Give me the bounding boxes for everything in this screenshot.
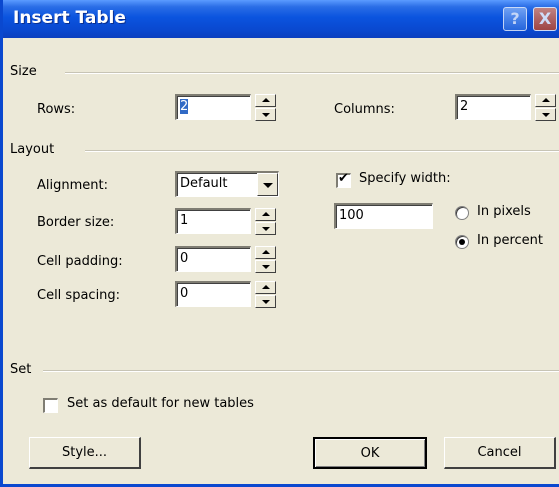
specify-width-checkbox[interactable] [336, 171, 351, 188]
rows-value: 2 [180, 99, 189, 114]
in-pixels-radio[interactable] [455, 206, 469, 220]
spacing-up-arrow-icon[interactable] [255, 281, 276, 294]
in-percent-radio[interactable] [455, 235, 469, 249]
alignment-label: Alignment: [37, 178, 108, 193]
set-legend: Set [10, 362, 32, 377]
in-pixels-label: In pixels [477, 204, 531, 219]
alignment-select[interactable]: Default [175, 171, 279, 197]
alignment-value: Default [180, 176, 228, 191]
cell-padding-value: 0 [180, 251, 189, 266]
columns-label: Columns: [334, 102, 395, 117]
cell-spacing-spinner[interactable] [255, 281, 276, 308]
rows-spinner[interactable] [255, 94, 276, 121]
insert-table-dialog: Insert Table ? X Size Rows: 2 Columns: 2… [0, 0, 559, 487]
padding-down-arrow-icon[interactable] [255, 260, 276, 273]
width-input[interactable]: 100 [334, 203, 433, 229]
columns-value: 2 [460, 99, 469, 114]
dialog-title: Insert Table [13, 8, 126, 28]
chevron-down-icon[interactable] [257, 173, 278, 196]
columns-down-arrow-icon[interactable] [535, 108, 556, 121]
layout-legend: Layout [10, 142, 55, 157]
columns-spinner[interactable] [535, 94, 556, 121]
width-value: 100 [339, 208, 364, 223]
specify-width-label: Specify width: [359, 171, 451, 186]
in-percent-label: In percent [477, 233, 543, 248]
spacing-down-arrow-icon[interactable] [255, 295, 276, 308]
cell-spacing-value: 0 [180, 286, 189, 301]
cell-spacing-input[interactable]: 0 [175, 281, 251, 307]
padding-up-arrow-icon[interactable] [255, 246, 276, 259]
cell-spacing-label: Cell spacing: [37, 288, 121, 303]
cell-padding-input[interactable]: 0 [175, 246, 251, 272]
columns-up-arrow-icon[interactable] [535, 94, 556, 107]
cancel-button[interactable]: Cancel [444, 437, 556, 469]
set-default-checkbox[interactable] [43, 398, 58, 413]
columns-input[interactable]: 2 [455, 94, 531, 120]
cell-padding-spinner[interactable] [255, 246, 276, 273]
close-icon[interactable]: X [533, 7, 557, 31]
ok-button[interactable]: OK [313, 437, 427, 469]
rows-down-arrow-icon[interactable] [255, 108, 276, 121]
help-icon[interactable]: ? [503, 7, 527, 31]
set-divider [43, 370, 559, 372]
cell-padding-label: Cell padding: [37, 254, 123, 269]
title-bar[interactable]: Insert Table ? X [3, 0, 559, 38]
border-size-label: Border size: [37, 215, 115, 230]
border-up-arrow-icon[interactable] [255, 208, 276, 221]
size-divider [65, 72, 559, 74]
size-legend: Size [10, 64, 37, 79]
border-size-spinner[interactable] [255, 208, 276, 235]
set-default-label: Set as default for new tables [67, 396, 254, 411]
rows-label: Rows: [37, 102, 76, 117]
rows-up-arrow-icon[interactable] [255, 94, 276, 107]
border-down-arrow-icon[interactable] [255, 222, 276, 235]
rows-input[interactable]: 2 [175, 94, 251, 120]
border-size-input[interactable]: 1 [175, 208, 251, 234]
layout-divider [85, 150, 559, 152]
style-button[interactable]: Style... [29, 437, 141, 469]
border-size-value: 1 [180, 213, 189, 228]
